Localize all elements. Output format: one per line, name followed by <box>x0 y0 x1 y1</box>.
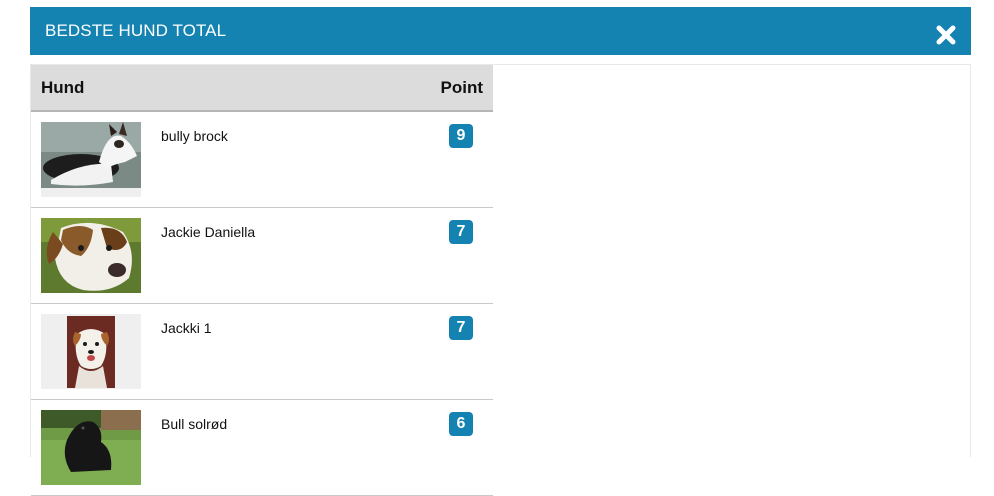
dog-name[interactable]: bully brock <box>161 128 228 144</box>
table-row[interactable]: Jackki 1 7 <box>31 304 493 400</box>
dog-name[interactable]: Jackki 1 <box>161 320 212 336</box>
table-row[interactable]: Bull solrød 6 <box>31 400 493 496</box>
ranking-table: Hund Point bully brock 9 Jackie Daniella… <box>31 65 493 496</box>
close-icon[interactable] <box>935 24 957 46</box>
table-header: Hund Point <box>31 65 493 112</box>
dog-photo <box>41 410 141 485</box>
dog-name[interactable]: Jackie Daniella <box>161 224 255 240</box>
points-badge: 7 <box>449 316 473 340</box>
points-badge: 7 <box>449 220 473 244</box>
column-header-dog: Hund <box>41 78 85 97</box>
column-header-points: Point <box>440 78 484 97</box>
points-badge: 9 <box>449 124 473 148</box>
dog-photo <box>41 122 141 197</box>
points-badge: 6 <box>449 412 473 436</box>
table-row[interactable]: bully brock 9 <box>31 112 493 208</box>
modal-body: Hund Point bully brock 9 Jackie Daniella… <box>30 64 971 496</box>
modal-header: BEDSTE HUND TOTAL <box>30 7 971 55</box>
modal-dialog: BEDSTE HUND TOTAL Hund Point bully brock… <box>30 7 971 496</box>
dog-photo <box>41 218 141 293</box>
modal-title: BEDSTE HUND TOTAL <box>45 21 227 40</box>
dog-photo <box>41 314 141 389</box>
table-row[interactable]: Jackie Daniella 7 <box>31 208 493 304</box>
dog-name[interactable]: Bull solrød <box>161 416 227 432</box>
